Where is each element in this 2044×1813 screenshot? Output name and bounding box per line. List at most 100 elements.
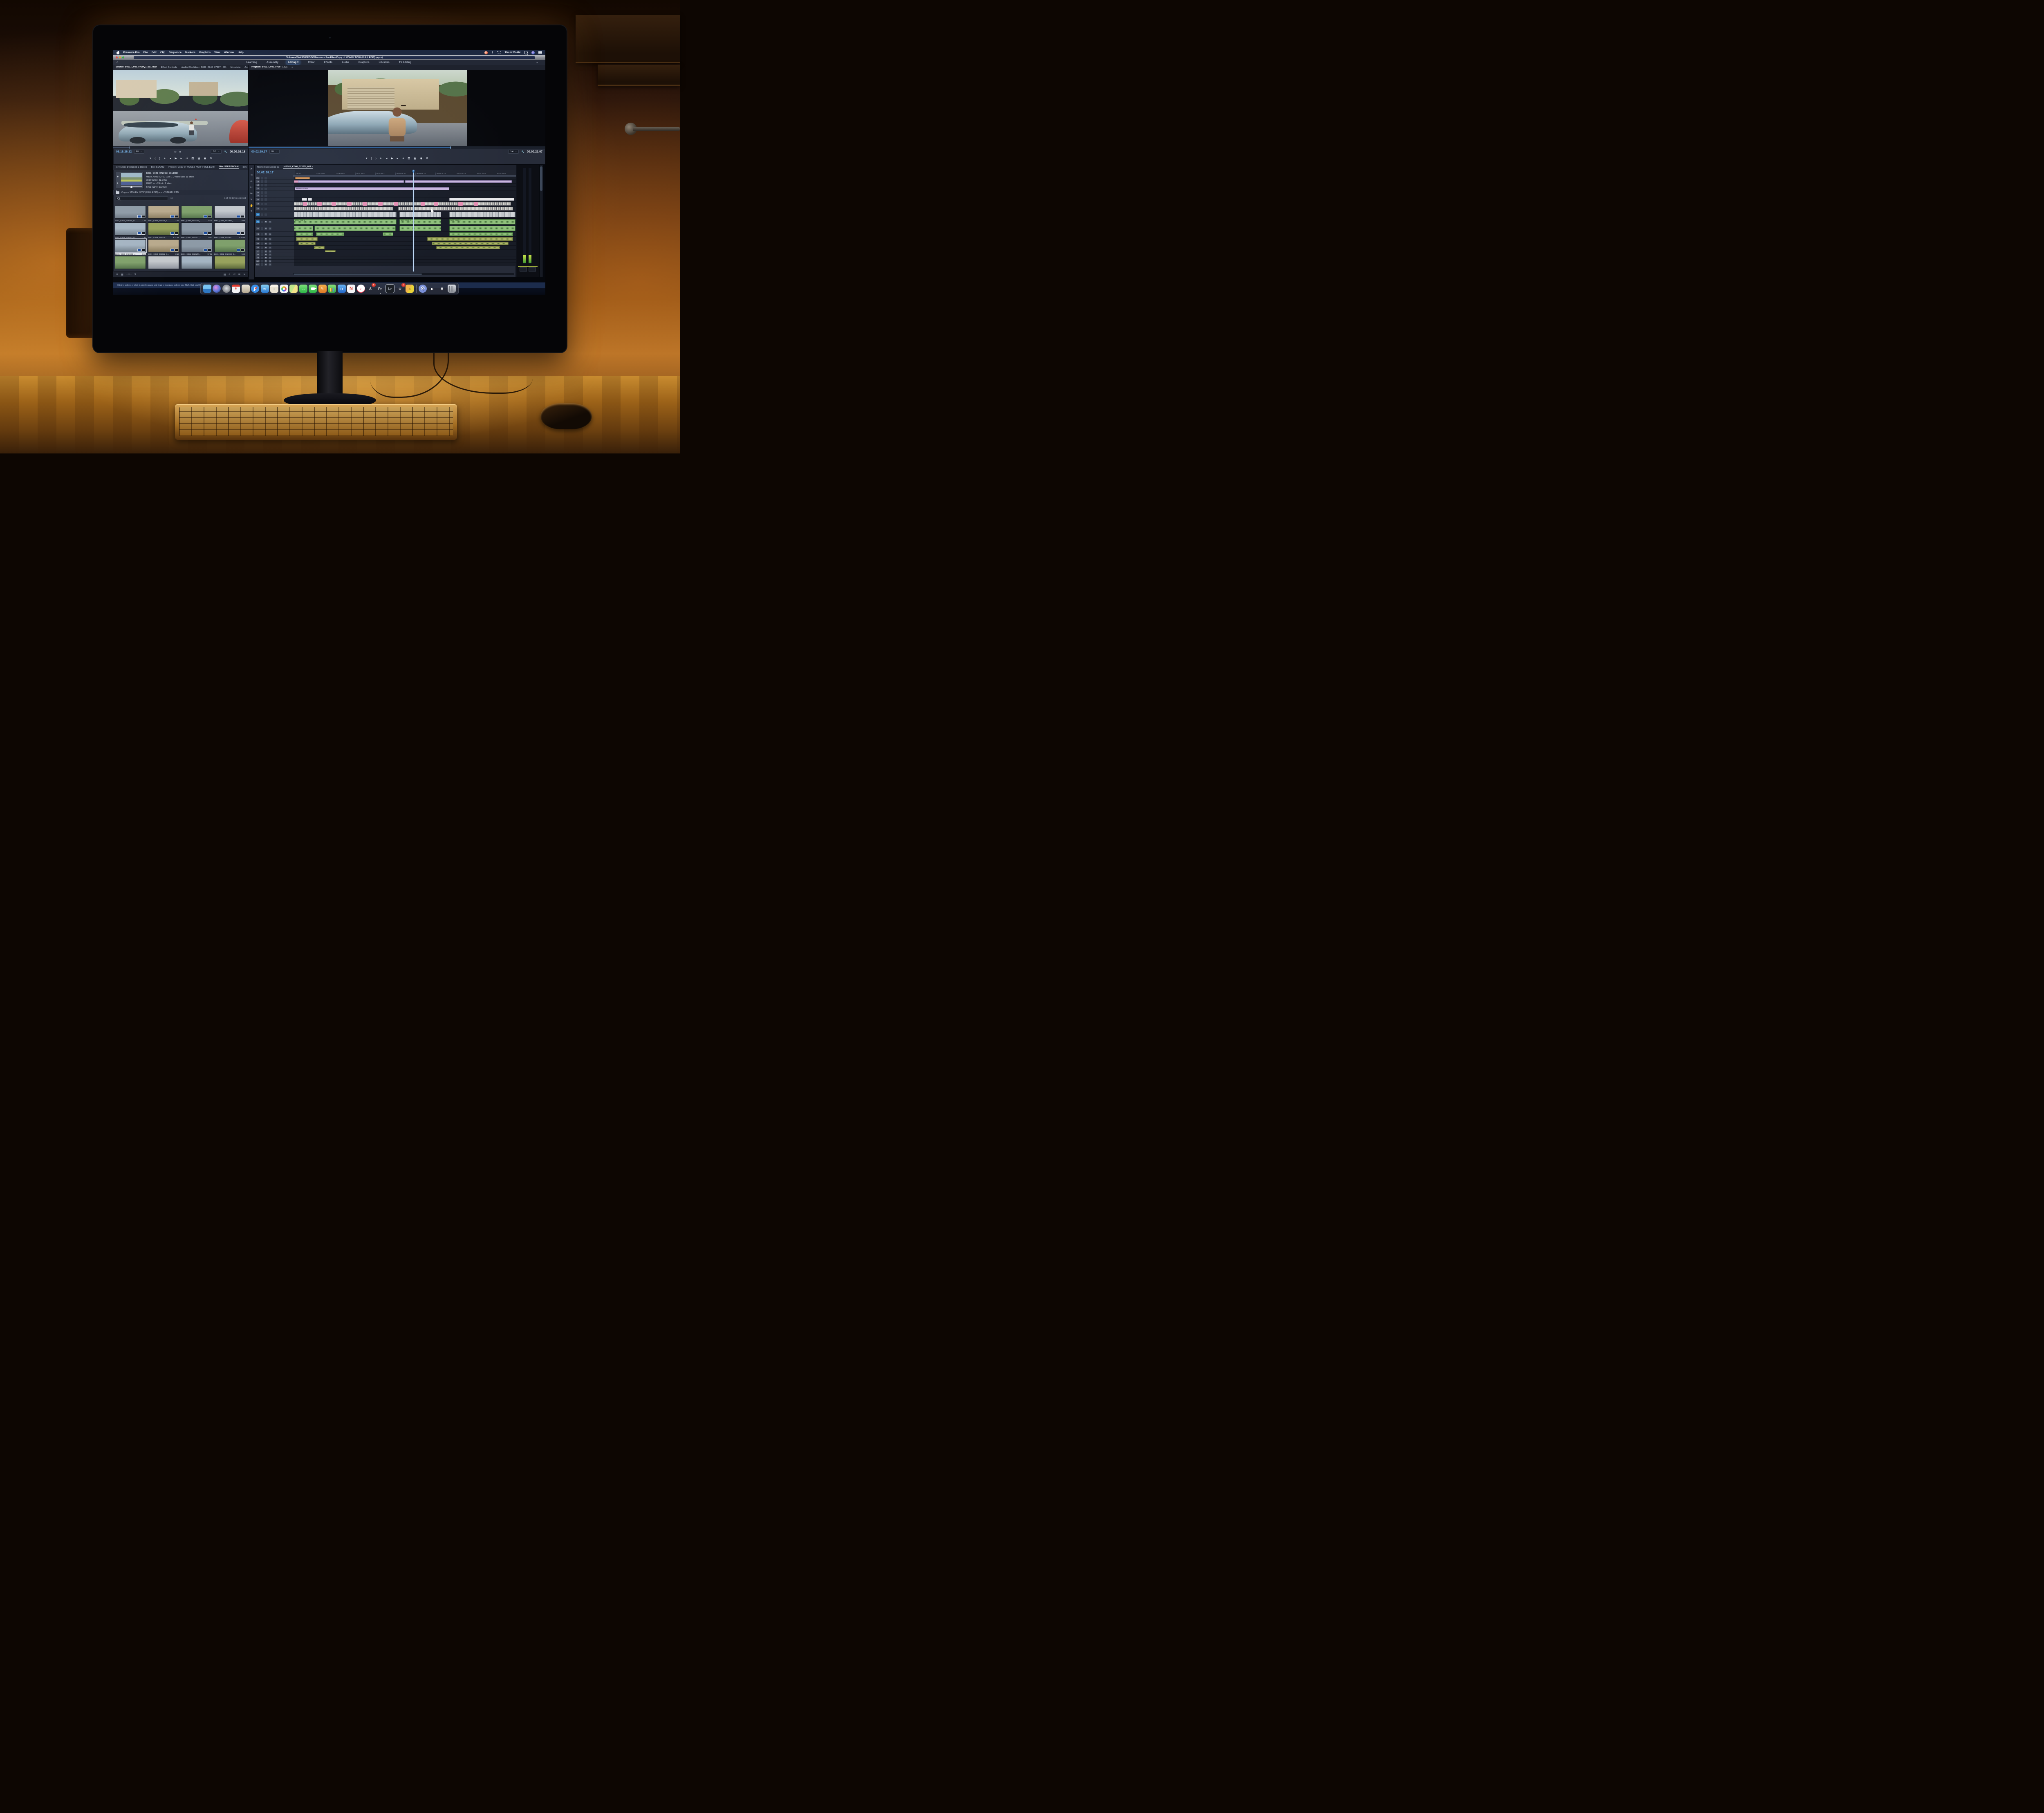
source-patch-V3[interactable]: V3 — [256, 202, 260, 205]
solo-button[interactable]: S — [269, 233, 271, 236]
track-header-A4[interactable]: A4 M S — [255, 237, 294, 242]
transport-button[interactable]: ▾ — [150, 157, 151, 160]
source-patch-A5[interactable]: A5 — [256, 242, 260, 245]
menu-item-sequence[interactable]: Sequence — [169, 51, 182, 54]
automate-icon[interactable]: ▤ — [224, 273, 226, 276]
dock-icon-trash[interactable] — [447, 285, 456, 293]
track-lock-icon[interactable] — [261, 250, 263, 253]
timeline-clip[interactable] — [378, 202, 383, 206]
new-item-icon[interactable]: ⊞ — [238, 273, 240, 276]
timeline-clip[interactable] — [303, 202, 307, 206]
track-lock-icon[interactable] — [261, 194, 263, 197]
panel-menu-icon[interactable]: ≡ — [291, 66, 293, 69]
workspace-tab-audio[interactable]: Audio — [341, 61, 350, 64]
notification-center-icon[interactable] — [538, 51, 542, 54]
transport-button[interactable]: ⇥ — [402, 157, 404, 160]
razor-tool[interactable]: ✂ — [250, 186, 252, 189]
timeline-horizontal-scrollbar[interactable] — [293, 273, 514, 275]
source-patch-V10[interactable]: V10 — [256, 177, 260, 180]
track-lock-icon[interactable] — [261, 180, 263, 183]
workspace-tab-learning[interactable]: Learning — [245, 61, 258, 64]
timeline-tab[interactable]: × B001_C046_0720TI_001 ≡ — [283, 166, 313, 169]
dock-icon-launchpad[interactable] — [222, 285, 231, 293]
transport-button[interactable]: } — [159, 157, 160, 160]
track-visibility-icon[interactable] — [264, 191, 267, 194]
timeline-timecode[interactable]: 00:02:59:17 — [255, 171, 295, 174]
timeline-clip[interactable] — [398, 207, 513, 211]
timeline-clip[interactable] — [307, 198, 312, 201]
timeline-clip[interactable] — [317, 202, 322, 206]
timeline-clip[interactable] — [332, 202, 336, 206]
track-lock-icon[interactable] — [261, 253, 263, 256]
track-lock-icon[interactable] — [261, 213, 263, 216]
track-lock-icon[interactable] — [261, 256, 263, 259]
preview-thumbnail[interactable]: ◉ ▶ — [116, 172, 143, 189]
transport-button[interactable]: ⧉ — [210, 157, 212, 160]
minimize-window-button[interactable] — [119, 56, 121, 58]
track-lane-V9[interactable] — [294, 180, 516, 184]
wifi-icon[interactable] — [497, 51, 501, 54]
track-header-A7[interactable]: A7 M S — [255, 250, 294, 253]
menu-item-edit[interactable]: Edit — [152, 51, 157, 54]
project-clip[interactable]: B001_C052_0720CK_0... 5:15 — [214, 239, 245, 255]
solo-button[interactable]: S — [269, 220, 271, 223]
menu-item-view[interactable]: View — [214, 51, 220, 54]
track-visibility-icon[interactable] — [264, 198, 267, 201]
track-lane-A1[interactable]: B001_C046_0 B001_C048_0 B001_C050_0 — [294, 219, 516, 225]
project-clip-partial[interactable] — [115, 256, 146, 269]
source-patch-V2[interactable]: V2 — [256, 207, 260, 210]
timeline-clip[interactable] — [405, 180, 512, 183]
track-visibility-icon[interactable] — [264, 187, 267, 190]
track-header-V3[interactable]: V3 — [255, 202, 294, 206]
track-visibility-icon[interactable] — [264, 184, 267, 186]
selection-tool[interactable]: ➤ — [250, 167, 252, 171]
track-header-A8[interactable]: A8 M S — [255, 253, 294, 256]
timeline-clip[interactable] — [458, 202, 463, 206]
dock-icon-app-store[interactable]: A5 — [366, 283, 376, 293]
project-clip[interactable]: B001_C047_0720A7_... 0:20 — [181, 222, 212, 238]
source-tab[interactable]: Audio Track N — [244, 66, 248, 69]
timeline-clip[interactable] — [325, 250, 336, 252]
timeline-clip[interactable] — [449, 198, 514, 201]
drag-video-icon[interactable]: ▭ — [174, 150, 177, 153]
play-icon[interactable]: ▶ — [117, 182, 119, 184]
timeline-clip[interactable] — [394, 202, 399, 206]
track-lane-A6[interactable] — [294, 246, 516, 250]
project-clip[interactable]: B001_C041_0720EL_0... 1:14 — [115, 206, 146, 222]
timeline-clip[interactable] — [383, 232, 393, 236]
dock-icon-calendar[interactable]: 6 — [232, 285, 240, 293]
project-clip[interactable]: B001_C043_0720XD_... 8:16 — [181, 206, 212, 222]
pen-tool[interactable]: ✎ — [250, 198, 252, 201]
source-patch-V1[interactable]: V1 — [256, 213, 260, 216]
track-lane-V10[interactable] — [294, 177, 516, 180]
source-patch-V9[interactable]: V9 — [256, 180, 260, 183]
timeline-clip[interactable] — [399, 212, 442, 217]
timeline-clip[interactable] — [347, 202, 352, 206]
project-tab[interactable]: Bin: SOUND — [151, 166, 164, 168]
bin-path[interactable]: Copy of MONEY NOW (FULL EDIT).prproj\STE… — [121, 191, 179, 194]
track-header-V7[interactable]: V7 — [255, 187, 294, 191]
find-icon[interactable]: ⌕ — [229, 273, 230, 276]
dock-icon-messages[interactable]: … — [299, 285, 307, 293]
mute-button[interactable]: M — [264, 250, 267, 253]
project-clip[interactable]: B001_C048_0720D... 1:26:06 — [214, 222, 245, 238]
source-patch-A11[interactable]: A11 — [256, 263, 260, 266]
project-tab[interactable]: Bin: STEADI CAM — [219, 166, 239, 169]
track-visibility-icon[interactable] — [264, 202, 267, 205]
project-clip[interactable]: B001_C044_0720RN_... 9:05 — [214, 206, 245, 222]
zoom-window-button[interactable] — [122, 56, 124, 58]
track-lock-icon[interactable] — [261, 238, 263, 240]
slip-tool[interactable]: ⇆ — [250, 192, 252, 195]
source-tab[interactable]: Audio Clip Mixer: B001_C046_0720TI_001 — [182, 66, 226, 69]
dock-icon-media-player[interactable]: ▶ — [428, 285, 437, 293]
dock-icon-garageband[interactable]: ♫ — [406, 285, 414, 293]
track-lane-V7[interactable]: Adjustment Layer — [294, 187, 516, 191]
project-clip[interactable]: B001_C051_0720ZM... 57:02 — [181, 239, 212, 255]
drag-audio-icon[interactable]: ⧻ — [179, 150, 181, 153]
transport-button[interactable]: ⬓ — [197, 157, 200, 160]
source-patch-A4[interactable]: A4 — [256, 238, 260, 240]
mute-button[interactable]: M — [264, 256, 267, 259]
track-lane-A7[interactable] — [294, 250, 516, 253]
source-scrub-bar[interactable] — [113, 146, 248, 149]
timeline-clip[interactable]: Adjustment Layer — [294, 187, 450, 190]
